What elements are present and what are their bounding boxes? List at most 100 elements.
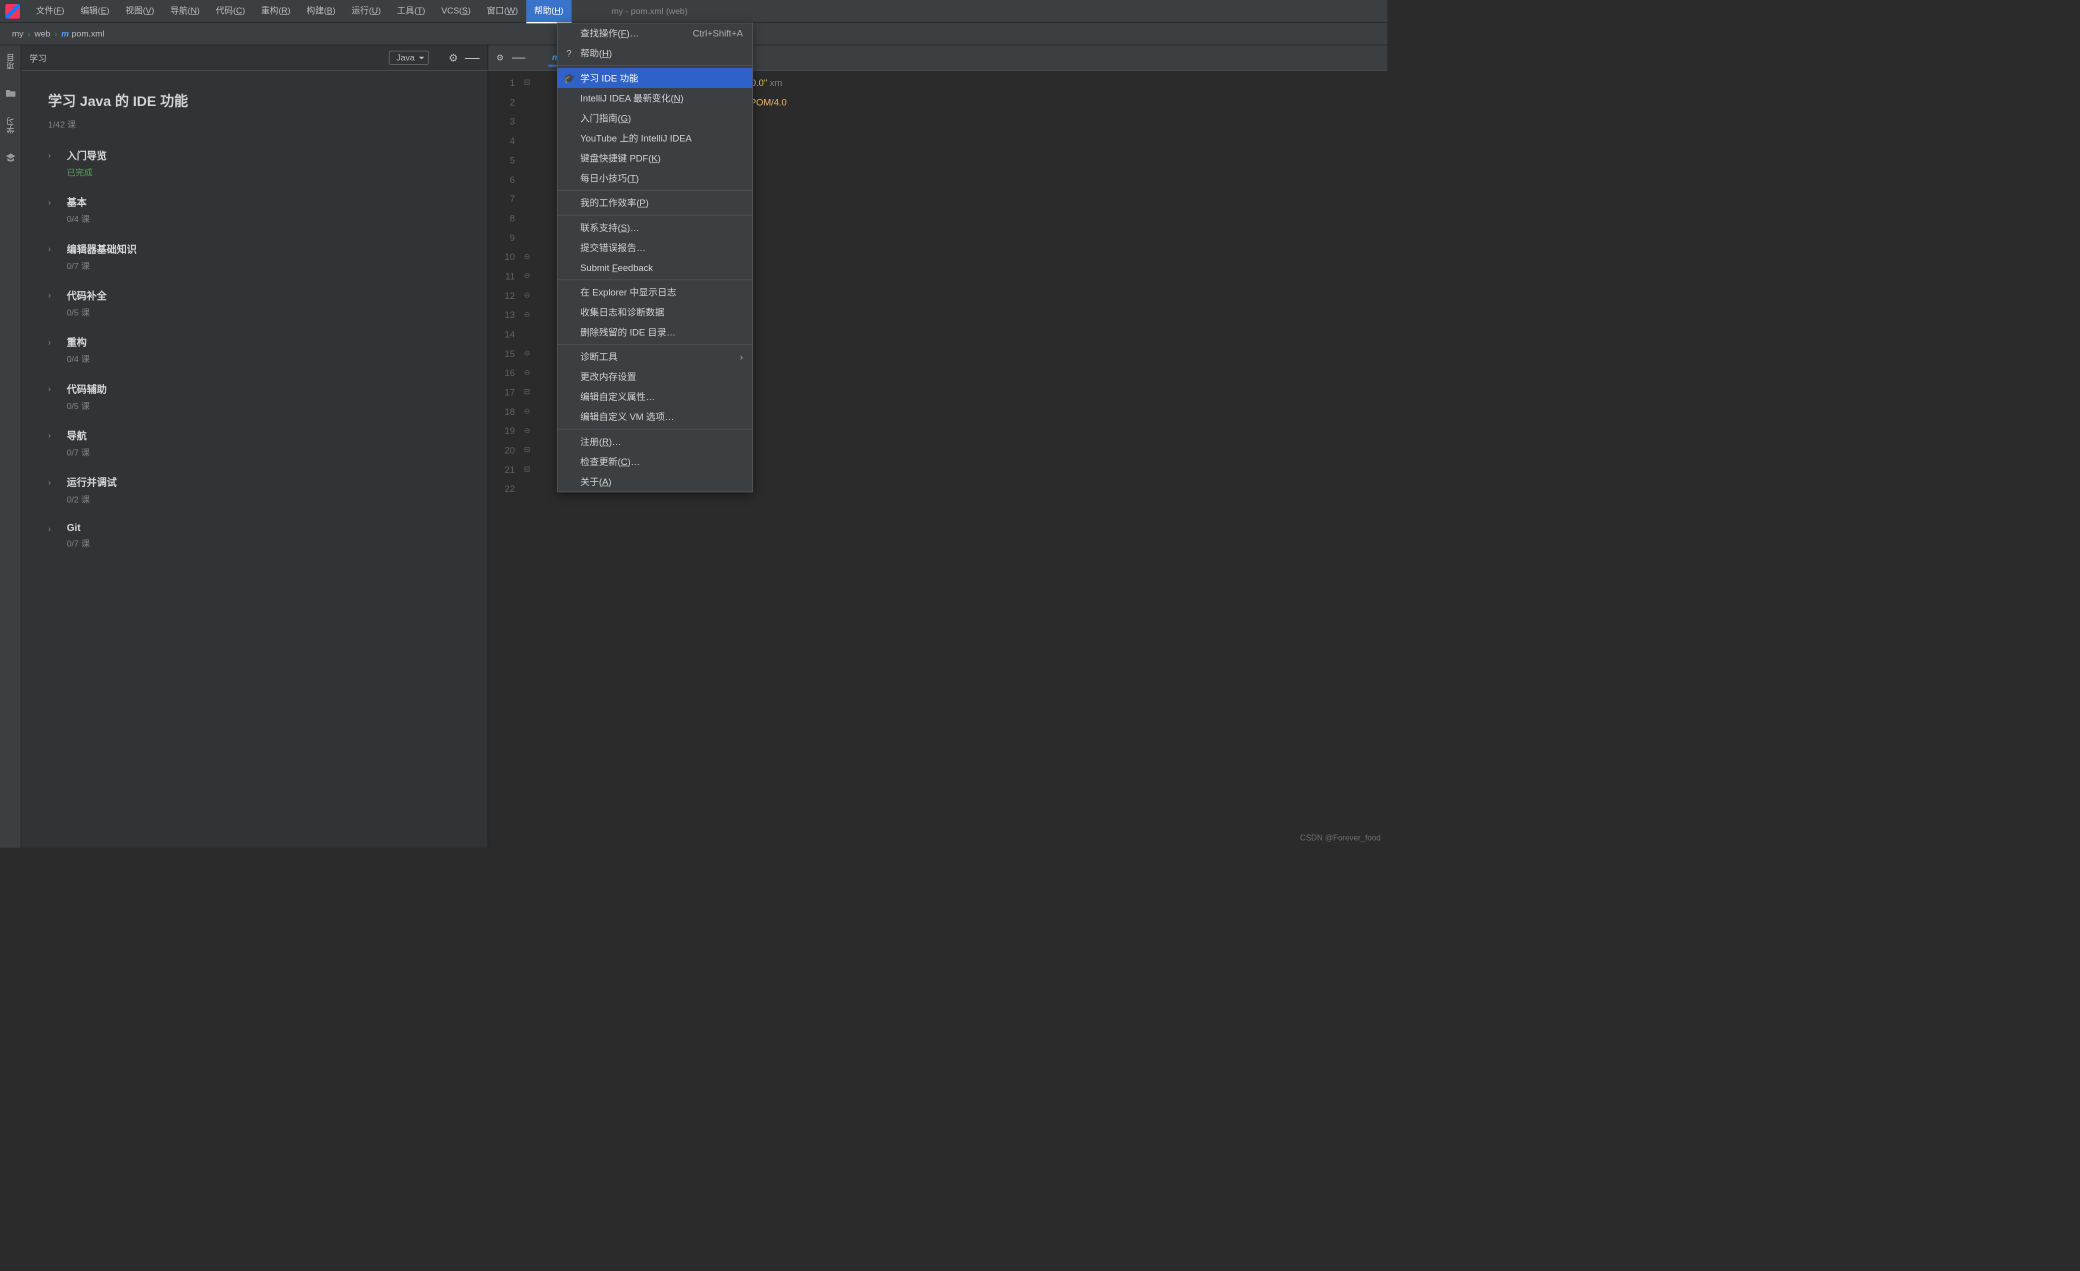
menu-u[interactable]: 运行(U) <box>343 0 388 23</box>
help-menu-item[interactable]: 每日小技巧(T) <box>558 168 753 188</box>
help-menu-item[interactable]: Submit Feedback <box>558 257 753 277</box>
lesson-item[interactable]: ›代码补全0/5 课 <box>48 289 461 318</box>
help-menu-item[interactable]: 关于(A) <box>558 472 753 492</box>
help-menu-item[interactable]: 入门指南(G) <box>558 108 753 128</box>
lesson-progress: 0/5 课 <box>67 399 107 412</box>
lesson-progress: 0/4 课 <box>67 212 90 225</box>
graduation-icon <box>5 152 16 163</box>
learn-panel: 学习 Java ⚙ — 学习 Java 的 IDE 功能 1/42 课 ›入门导… <box>21 45 488 847</box>
menu-item-label: 每日小技巧(T) <box>580 171 639 184</box>
lesson-title: 导航 <box>67 429 90 443</box>
menu-v[interactable]: 视图(V) <box>117 0 162 23</box>
menu-w[interactable]: 窗口(W) <box>479 0 526 23</box>
language-selector[interactable]: Java <box>389 51 429 65</box>
app-logo-icon <box>5 4 20 19</box>
menu-item-label: 编辑自定义属性… <box>580 390 655 403</box>
breadcrumb-item[interactable]: my <box>8 29 28 39</box>
breadcrumb-item[interactable]: web <box>30 29 54 39</box>
menu-item-label: YouTube 上的 IntelliJ IDEA <box>580 131 691 144</box>
learn-panel-title: 学习 <box>29 51 382 64</box>
menu-separator <box>558 190 753 191</box>
lesson-title: 基本 <box>67 195 90 209</box>
menu-n[interactable]: 导航(N) <box>162 0 207 23</box>
menu-separator <box>558 429 753 430</box>
lesson-item[interactable]: ›代码辅助0/5 课 <box>48 382 461 411</box>
menu-item-label: 检查更新(C)… <box>580 455 640 468</box>
menu-item-label: Submit Feedback <box>580 262 653 273</box>
breadcrumb-item[interactable]: mpom.xml <box>57 29 108 39</box>
lesson-progress: 0/7 课 <box>67 259 137 272</box>
menu-e[interactable]: 编辑(E) <box>72 0 117 23</box>
help-menu-item[interactable]: 检查更新(C)… <box>558 452 753 472</box>
maven-file-icon: m <box>61 29 69 39</box>
chevron-right-icon: › <box>48 243 56 253</box>
menu-item-label: 诊断工具 <box>580 350 617 363</box>
help-menu-item[interactable]: 诊断工具› <box>558 347 753 367</box>
chevron-right-icon: › <box>48 197 56 207</box>
menu-item-icon: 🎓 <box>564 72 575 83</box>
lesson-item[interactable]: ›编辑器基础知识0/7 课 <box>48 242 461 271</box>
lesson-item[interactable]: ›重构0/4 课 <box>48 336 461 365</box>
lesson-title: 运行并调试 <box>67 476 117 490</box>
lesson-progress: 0/2 课 <box>67 492 117 505</box>
menu-separator <box>558 65 753 66</box>
help-menu-item[interactable]: 删除残留的 IDE 目录… <box>558 322 753 342</box>
chevron-right-icon: › <box>48 384 56 394</box>
menu-item-label: 键盘快捷键 PDF(K) <box>580 151 660 164</box>
menu-f[interactable]: 文件(F) <box>28 0 72 23</box>
menu-item-label: 学习 IDE 功能 <box>580 71 638 84</box>
watermark: CSDN @Forever_food <box>1300 833 1381 842</box>
lesson-item[interactable]: ›导航0/7 课 <box>48 429 461 458</box>
help-menu-item[interactable]: ? 帮助(H) <box>558 43 753 63</box>
help-menu-item[interactable]: 我的工作效率(P) <box>558 193 753 213</box>
help-menu-item[interactable]: 提交错误报告… <box>558 237 753 257</box>
help-menu-item[interactable]: 编辑自定义 VM 选项… <box>558 407 753 427</box>
help-menu: 查找操作(F)…Ctrl+Shift+A? 帮助(H) 🎓 学习 IDE 功能 Inte… <box>557 23 753 493</box>
gear-icon[interactable]: ⚙ <box>449 51 459 64</box>
fold-column[interactable]: ⊟⊖⊖⊖⊖⊖⊖⊟⊖⊖⊟⊟ <box>520 71 533 848</box>
help-menu-item[interactable]: 联系支持(S)… <box>558 217 753 237</box>
help-menu-item[interactable]: 收集日志和诊断数据 <box>558 302 753 322</box>
menu-c[interactable]: 代码(C) <box>208 0 253 23</box>
help-menu-item[interactable]: 编辑自定义属性… <box>558 387 753 407</box>
lesson-progress: 0/4 课 <box>67 352 90 365</box>
menu-item-label: 编辑自定义 VM 选项… <box>580 410 674 423</box>
help-menu-item[interactable]: 🎓 学习 IDE 功能 <box>558 68 753 88</box>
lesson-item[interactable]: ›入门导览已完成 <box>48 149 461 178</box>
lesson-progress: 0/7 课 <box>67 446 90 459</box>
lesson-item[interactable]: › 基本 0/4 课 <box>48 195 461 224</box>
minimize-icon[interactable]: — <box>512 50 525 65</box>
chevron-right-icon: › <box>48 290 56 300</box>
line-gutter: 12345678910111213141516171819202122 <box>488 71 520 848</box>
menu-item-icon: ? <box>564 48 575 59</box>
help-menu-item[interactable]: 注册(R)… <box>558 432 753 452</box>
menu-s[interactable]: VCS(S) <box>433 0 478 23</box>
lesson-item[interactable]: ›运行并调试0/2 课 <box>48 476 461 505</box>
menu-separator <box>558 215 753 216</box>
help-menu-item[interactable]: 在 Explorer 中显示日志 <box>558 282 753 302</box>
menu-item-label: 联系支持(S)… <box>580 221 639 234</box>
help-menu-item[interactable]: 键盘快捷键 PDF(K) <box>558 148 753 168</box>
menu-t[interactable]: 工具(T) <box>389 0 433 23</box>
menu-item-label: 帮助(H) <box>580 47 612 60</box>
help-menu-item[interactable]: 查找操作(F)…Ctrl+Shift+A <box>558 23 753 43</box>
lesson-title: 入门导览 <box>67 149 107 163</box>
help-menu-item[interactable]: 更改内存设置 <box>558 367 753 387</box>
menu-item-label: 收集日志和诊断数据 <box>580 305 664 318</box>
lesson-item[interactable]: ›Git0/7 课 <box>48 522 461 549</box>
lesson-title: Git <box>67 522 90 533</box>
help-menu-item[interactable]: YouTube 上的 IntelliJ IDEA <box>558 128 753 148</box>
folder-icon <box>5 88 16 99</box>
menu-b[interactable]: 构建(B) <box>299 0 344 23</box>
project-tool-button[interactable]: 项目 <box>5 49 16 73</box>
minimize-icon[interactable]: — <box>465 49 480 66</box>
lesson-progress: 0/5 课 <box>67 305 107 318</box>
learn-tool-button[interactable]: 学习 <box>5 113 16 137</box>
chevron-right-icon: › <box>48 337 56 347</box>
menubar: 文件(F)编辑(E)视图(V)导航(N)代码(C)重构(R)构建(B)运行(U)… <box>0 0 1387 23</box>
help-menu-item[interactable]: IntelliJ IDEA 最新变化(N) <box>558 88 753 108</box>
menu-h[interactable]: 帮助(H) <box>526 0 571 23</box>
gear-icon[interactable]: ⚙ <box>496 52 504 63</box>
menu-r[interactable]: 重构(R) <box>253 0 298 23</box>
learn-heading: 学习 Java 的 IDE 功能 <box>48 91 461 111</box>
